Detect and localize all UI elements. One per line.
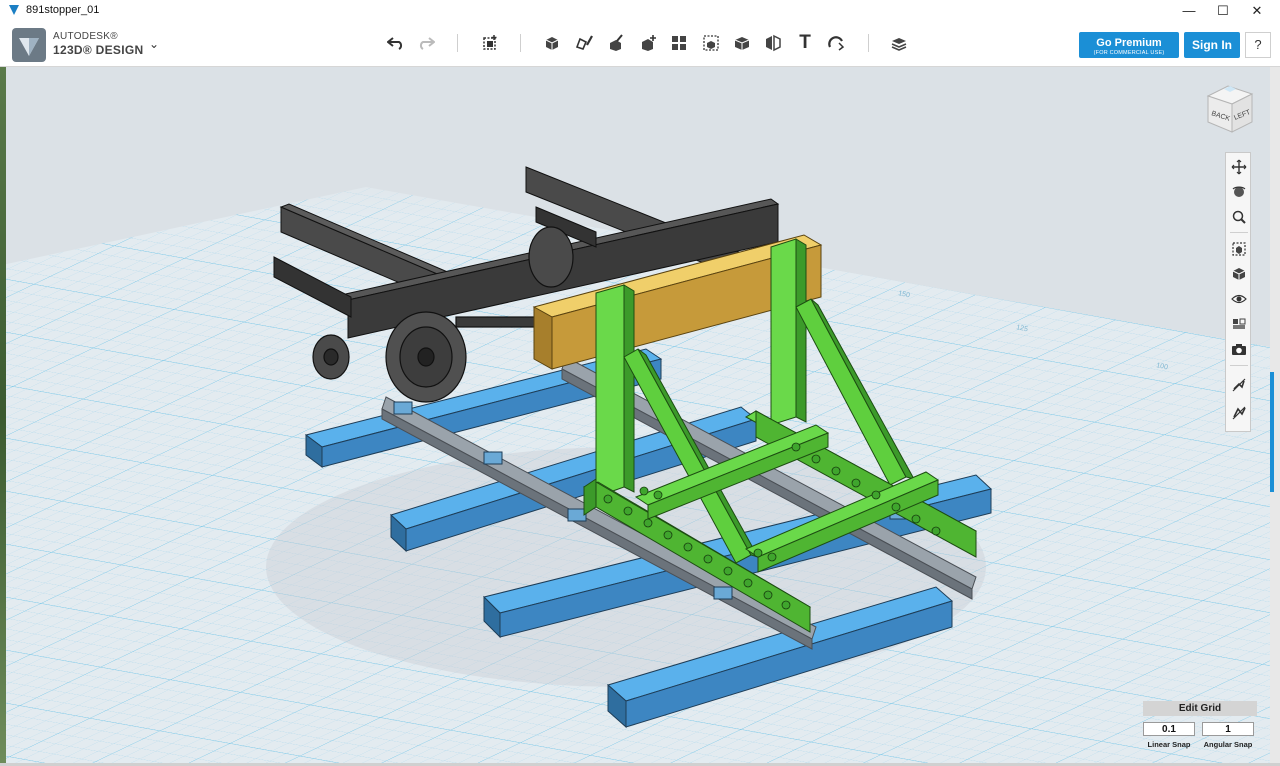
toolbar-separator (868, 34, 869, 52)
text-icon[interactable]: T (792, 30, 818, 56)
main-toolbar: AUTODESK® 123D® DESIGN ⌄ T Go Premium (F… (0, 22, 1280, 67)
angular-snap-input[interactable] (1202, 722, 1254, 736)
maximize-button[interactable]: ☐ (1206, 0, 1240, 22)
grouping-icon[interactable] (698, 30, 724, 56)
linear-snap-label: Linear Snap (1147, 740, 1191, 749)
view-icon[interactable] (1229, 264, 1249, 284)
close-button[interactable]: ✕ (1240, 0, 1274, 22)
transform-icon[interactable] (477, 30, 503, 56)
brand-autodesk: AUTODESK® (53, 31, 118, 42)
window-title: 891stopper_01 (26, 4, 100, 16)
orbit-icon[interactable] (1229, 182, 1249, 202)
material-view-icon[interactable] (1229, 314, 1249, 334)
undo-icon[interactable] (383, 30, 409, 56)
material-icon[interactable] (886, 30, 912, 56)
window-right-border (1270, 67, 1280, 763)
construct-icon[interactable] (603, 30, 629, 56)
zoom-icon[interactable] (1229, 207, 1249, 227)
navigation-bar (1225, 152, 1251, 432)
snap-off-icon[interactable] (1229, 375, 1249, 395)
go-premium-button[interactable]: Go Premium (FOR COMMERCIAL USE) (1079, 32, 1179, 58)
toolbar-separator (457, 34, 458, 52)
visibility-icon[interactable] (1229, 289, 1249, 309)
screenshot-icon[interactable] (1229, 339, 1249, 359)
sketch-icon[interactable] (571, 30, 597, 56)
angular-snap-label: Angular Snap (1203, 740, 1253, 749)
main-menu-chevron-icon[interactable]: ⌄ (149, 37, 159, 51)
3d-viewport[interactable]: 150 125 100 (6, 67, 1270, 763)
brand-product: 123D® DESIGN (53, 43, 144, 57)
app-logo-icon (9, 5, 19, 15)
text-tool-glyph: T (799, 32, 811, 53)
snap-grid-icon[interactable] (1229, 403, 1249, 423)
scene-canvas: 150 125 100 (6, 127, 1270, 763)
toolbar-separator (520, 34, 521, 52)
primitives-icon[interactable] (539, 30, 565, 56)
fit-icon[interactable] (1229, 239, 1249, 259)
modify-icon[interactable] (635, 30, 661, 56)
snap-icon[interactable] (823, 30, 849, 56)
nav-separator (1230, 365, 1248, 366)
go-premium-sublabel: (FOR COMMERCIAL USE) (1093, 49, 1165, 56)
sign-in-button[interactable]: Sign In (1184, 32, 1240, 58)
view-cube[interactable]: BACK LEFT (1200, 80, 1258, 138)
edit-grid-panel: Edit Grid Linear Snap Angular Snap (1143, 701, 1257, 753)
redo-icon[interactable] (413, 30, 439, 56)
go-premium-label: Go Premium (1096, 36, 1162, 49)
combine-icon[interactable] (729, 30, 755, 56)
edit-grid-button[interactable]: Edit Grid (1143, 701, 1257, 716)
help-button[interactable]: ? (1245, 32, 1271, 58)
autodesk-logo-icon (12, 28, 46, 62)
minimize-button[interactable]: — (1172, 0, 1206, 22)
nav-separator (1230, 232, 1248, 233)
linear-snap-input[interactable] (1143, 722, 1195, 736)
measure-icon[interactable] (760, 30, 786, 56)
pattern-icon[interactable] (666, 30, 692, 56)
pan-icon[interactable] (1229, 157, 1249, 177)
window-titlebar: 891stopper_01 — ☐ ✕ (0, 0, 1280, 23)
